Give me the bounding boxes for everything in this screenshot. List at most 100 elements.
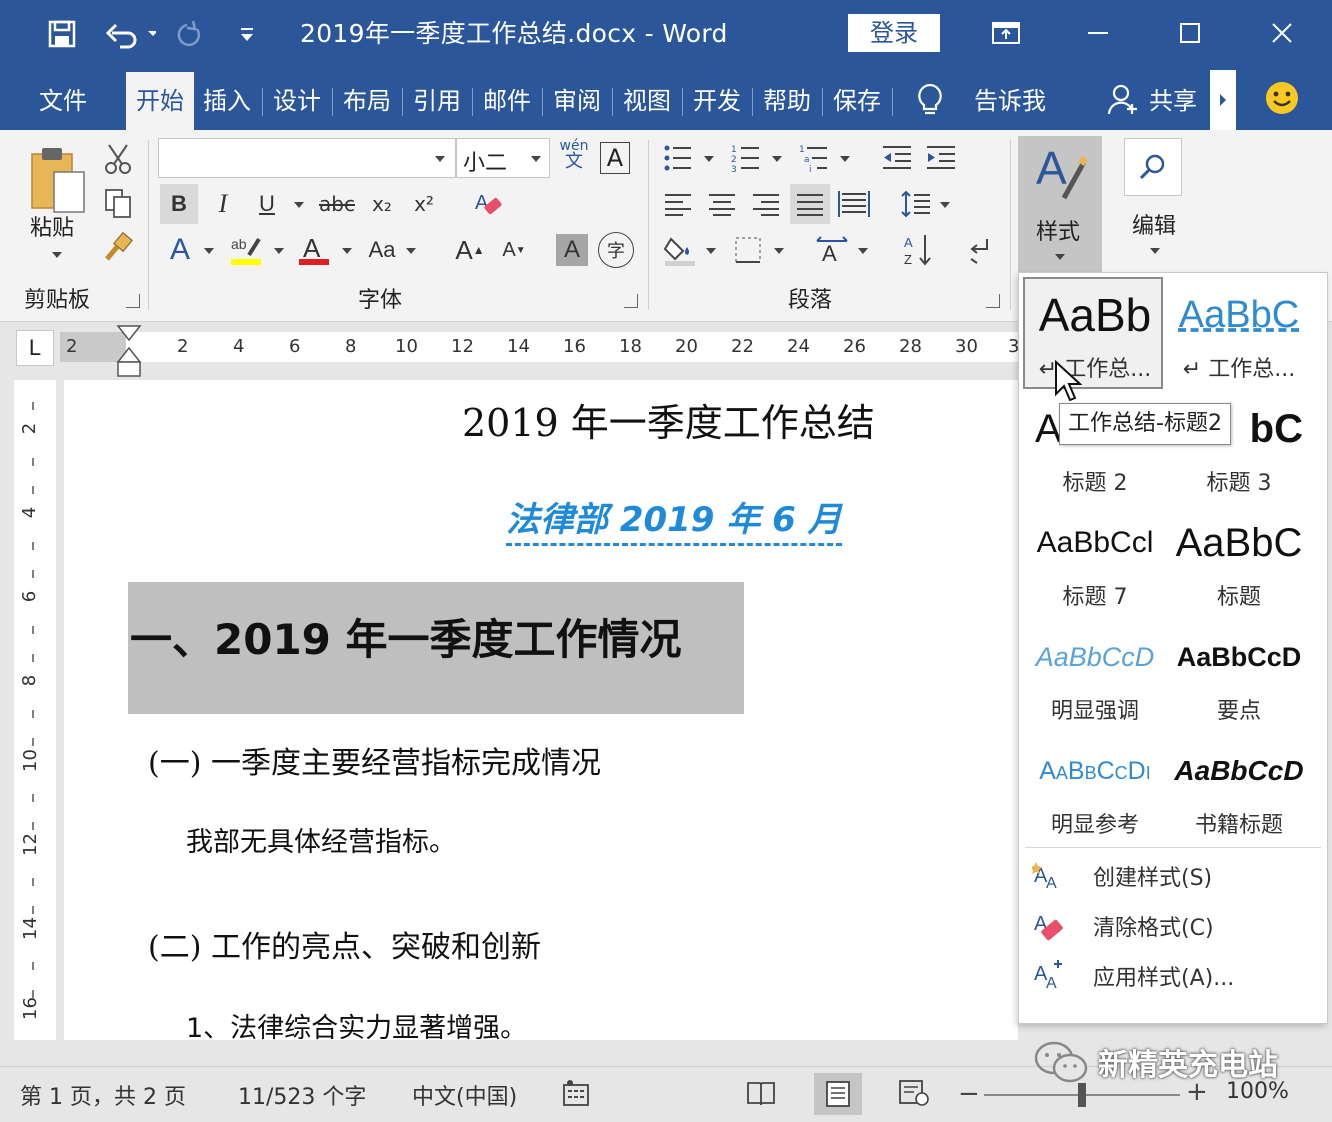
justify-icon[interactable] — [790, 184, 830, 224]
horizontal-ruler[interactable]: L 2 2 4 6 8 10 12 14 16 18 20 22 24 26 2… — [14, 325, 1019, 377]
sort-icon[interactable]: AZ — [898, 230, 938, 270]
paste-label[interactable]: 粘贴 — [30, 210, 74, 242]
macro-record-icon[interactable] — [562, 1079, 590, 1111]
style-gallery-item[interactable]: AaBbCcDi 明显参考 — [1025, 735, 1165, 847]
horizontal-scroll-area[interactable] — [64, 1040, 1018, 1064]
minimize-icon[interactable] — [1070, 12, 1126, 54]
ribbon-scroll-right-button[interactable] — [1210, 70, 1236, 130]
web-layout-icon[interactable] — [898, 1079, 930, 1111]
editing-dropdown-arrow[interactable] — [1150, 248, 1160, 254]
text-effects-dropdown-arrow[interactable] — [204, 248, 214, 254]
bullets-dropdown-arrow[interactable] — [704, 156, 714, 162]
chinese-layout-icon[interactable]: A — [812, 230, 852, 270]
style-gallery-item[interactable]: AaBbCcD 明显强调 — [1025, 621, 1165, 733]
list-item-1[interactable]: 1、法律综合实力显著增强。 — [186, 1006, 527, 1040]
borders-icon[interactable] — [728, 230, 768, 270]
share-person-icon[interactable] — [1106, 82, 1140, 120]
zoom-out-button[interactable]: − — [958, 1079, 980, 1109]
style-gallery-item[interactable]: AaBbC ↵ 工作总... — [1169, 279, 1309, 391]
font-size-box[interactable]: 小二 — [456, 138, 550, 178]
word-count[interactable]: 11/523 个字 — [238, 1079, 366, 1111]
indent-markers[interactable] — [116, 324, 142, 384]
strikethrough-button[interactable]: abc — [314, 184, 360, 224]
shading-dropdown-arrow[interactable] — [706, 248, 716, 254]
highlight-dropdown-arrow[interactable] — [274, 248, 284, 254]
redo-icon[interactable] — [170, 14, 210, 54]
grow-font-button[interactable]: A ▲ — [452, 230, 488, 270]
document-page[interactable]: 2019 年一季度工作总结 法律部 2019 年 6 月 一、2019 年一季度… — [64, 380, 1018, 1040]
style-gallery-item[interactable]: AaBbCcD 要点 — [1169, 621, 1309, 733]
apply-styles-menu-item[interactable]: AA 应用样式(A)... — [1029, 953, 1319, 999]
tab-mailings[interactable]: 邮件 — [476, 72, 538, 130]
tab-design[interactable]: 设计 — [266, 72, 328, 130]
shrink-font-button[interactable]: A ▼ — [496, 230, 532, 270]
lightbulb-icon[interactable] — [914, 82, 946, 122]
read-mode-icon[interactable] — [746, 1079, 776, 1111]
line-spacing-dropdown-arrow[interactable] — [940, 202, 950, 208]
numbering-icon[interactable]: 123 — [728, 140, 764, 176]
align-left-icon[interactable] — [660, 186, 696, 222]
show-marks-icon[interactable] — [960, 230, 1000, 270]
format-painter-icon[interactable] — [100, 230, 136, 264]
style-gallery-item[interactable]: AaBbCcD 书籍标题 — [1169, 735, 1309, 847]
save-icon[interactable] — [40, 14, 84, 54]
undo-icon[interactable] — [100, 14, 160, 54]
cut-icon[interactable] — [100, 142, 136, 176]
font-color-dropdown-arrow[interactable] — [342, 248, 352, 254]
customize-qat-icon[interactable] — [232, 14, 262, 54]
numbering-dropdown-arrow[interactable] — [772, 156, 782, 162]
paste-dropdown-arrow[interactable] — [52, 252, 62, 258]
decrease-indent-icon[interactable] — [878, 140, 916, 176]
subheading-2[interactable]: (二) 工作的亮点、突破和创新 — [148, 922, 541, 966]
tab-developer[interactable]: 开发 — [686, 72, 748, 130]
print-layout-icon[interactable] — [814, 1073, 862, 1115]
shading-icon[interactable] — [660, 230, 700, 270]
maximize-icon[interactable] — [1162, 12, 1218, 54]
clear-formatting-menu-item[interactable]: A 清除格式(C) — [1029, 903, 1319, 949]
multilevel-list-icon[interactable]: 1ai — [796, 140, 832, 176]
character-shading-icon[interactable]: A — [556, 234, 588, 266]
create-style-menu-item[interactable]: AA 创建样式(S) — [1029, 853, 1319, 899]
borders-dropdown-arrow[interactable] — [774, 248, 784, 254]
copy-icon[interactable] — [100, 186, 136, 220]
subscript-button[interactable]: x₂ — [364, 184, 400, 224]
style-gallery-item[interactable]: AaBbC 标题 — [1169, 507, 1309, 619]
increase-indent-icon[interactable] — [922, 140, 960, 176]
character-border-icon[interactable]: A — [600, 142, 630, 174]
close-icon[interactable] — [1254, 12, 1310, 54]
phonetic-guide-icon[interactable]: wén 文 — [556, 138, 592, 171]
change-case-button[interactable]: Aa — [362, 230, 402, 270]
tab-insert[interactable]: 插入 — [196, 72, 258, 130]
language-indicator[interactable]: 中文(中国) — [412, 1079, 517, 1111]
underline-button[interactable]: U — [248, 184, 286, 224]
vertical-ruler[interactable]: 2 4 6 8 10 12 14 16 — [14, 380, 56, 1040]
heading1[interactable]: 一、2019 年一季度工作情况 — [130, 606, 682, 667]
editing-label[interactable]: 编辑 — [1132, 208, 1176, 240]
paragraph-launcher-icon[interactable] — [986, 294, 1000, 308]
enclose-characters-button[interactable]: 字 — [598, 232, 634, 268]
style-gallery-item[interactable]: AaBb ↵ 工作总... — [1023, 277, 1163, 389]
zoom-slider-thumb[interactable] — [1078, 1083, 1086, 1107]
tab-file[interactable]: 文件 — [20, 72, 106, 130]
change-case-dropdown-arrow[interactable] — [406, 248, 416, 254]
tab-layout[interactable]: 布局 — [336, 72, 398, 130]
ribbon-display-options-icon[interactable] — [978, 12, 1034, 54]
font-name-box[interactable] — [158, 138, 456, 178]
tab-view[interactable]: 视图 — [616, 72, 678, 130]
font-color-icon[interactable]: A — [294, 230, 334, 270]
style-gallery-item[interactable]: AaBbCcl 标题 7 — [1025, 507, 1165, 619]
page-count[interactable]: 第 1 页，共 2 页 — [20, 1079, 186, 1111]
share-button[interactable]: 共享 — [1142, 72, 1204, 130]
tab-save[interactable]: 保存 — [826, 72, 888, 130]
italic-button[interactable]: I — [204, 184, 242, 224]
document-title-heading[interactable]: 2019 年一季度工作总结 — [462, 392, 875, 447]
multilevel-dropdown-arrow[interactable] — [840, 156, 850, 162]
styles-button[interactable]: A 样式 — [1018, 136, 1102, 272]
subheading-1[interactable]: (一) 一季度主要经营指标完成情况 — [148, 738, 601, 782]
superscript-button[interactable]: x² — [404, 184, 444, 224]
document-byline[interactable]: 法律部 2019 年 6 月 — [506, 492, 842, 546]
chinese-layout-dropdown-arrow[interactable] — [858, 248, 868, 254]
bullets-icon[interactable] — [660, 140, 696, 176]
tell-me-search[interactable]: 告诉我 — [962, 72, 1058, 130]
tab-references[interactable]: 引用 — [406, 72, 468, 130]
